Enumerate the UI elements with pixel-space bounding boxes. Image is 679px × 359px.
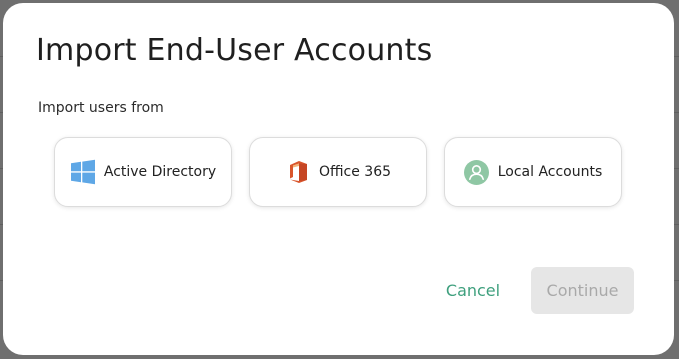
office-365-label: Office 365 bbox=[318, 164, 392, 180]
cancel-button[interactable]: Cancel bbox=[431, 267, 515, 313]
local-accounts-option[interactable]: Local Accounts bbox=[444, 137, 622, 207]
import-source-label: Import users from bbox=[38, 100, 164, 116]
local-accounts-label: Local Accounts bbox=[497, 164, 603, 180]
user-avatar-icon bbox=[464, 159, 490, 185]
office-365-option[interactable]: Office 365 bbox=[249, 137, 427, 207]
office-365-icon bbox=[285, 159, 311, 185]
continue-button[interactable]: Continue bbox=[531, 267, 634, 314]
windows-icon bbox=[70, 159, 96, 185]
import-accounts-dialog: Import End-User Accounts Import users fr… bbox=[3, 3, 674, 355]
dialog-title: Import End-User Accounts bbox=[36, 33, 433, 68]
active-directory-label: Active Directory bbox=[103, 164, 217, 180]
active-directory-option[interactable]: Active Directory bbox=[54, 137, 232, 207]
